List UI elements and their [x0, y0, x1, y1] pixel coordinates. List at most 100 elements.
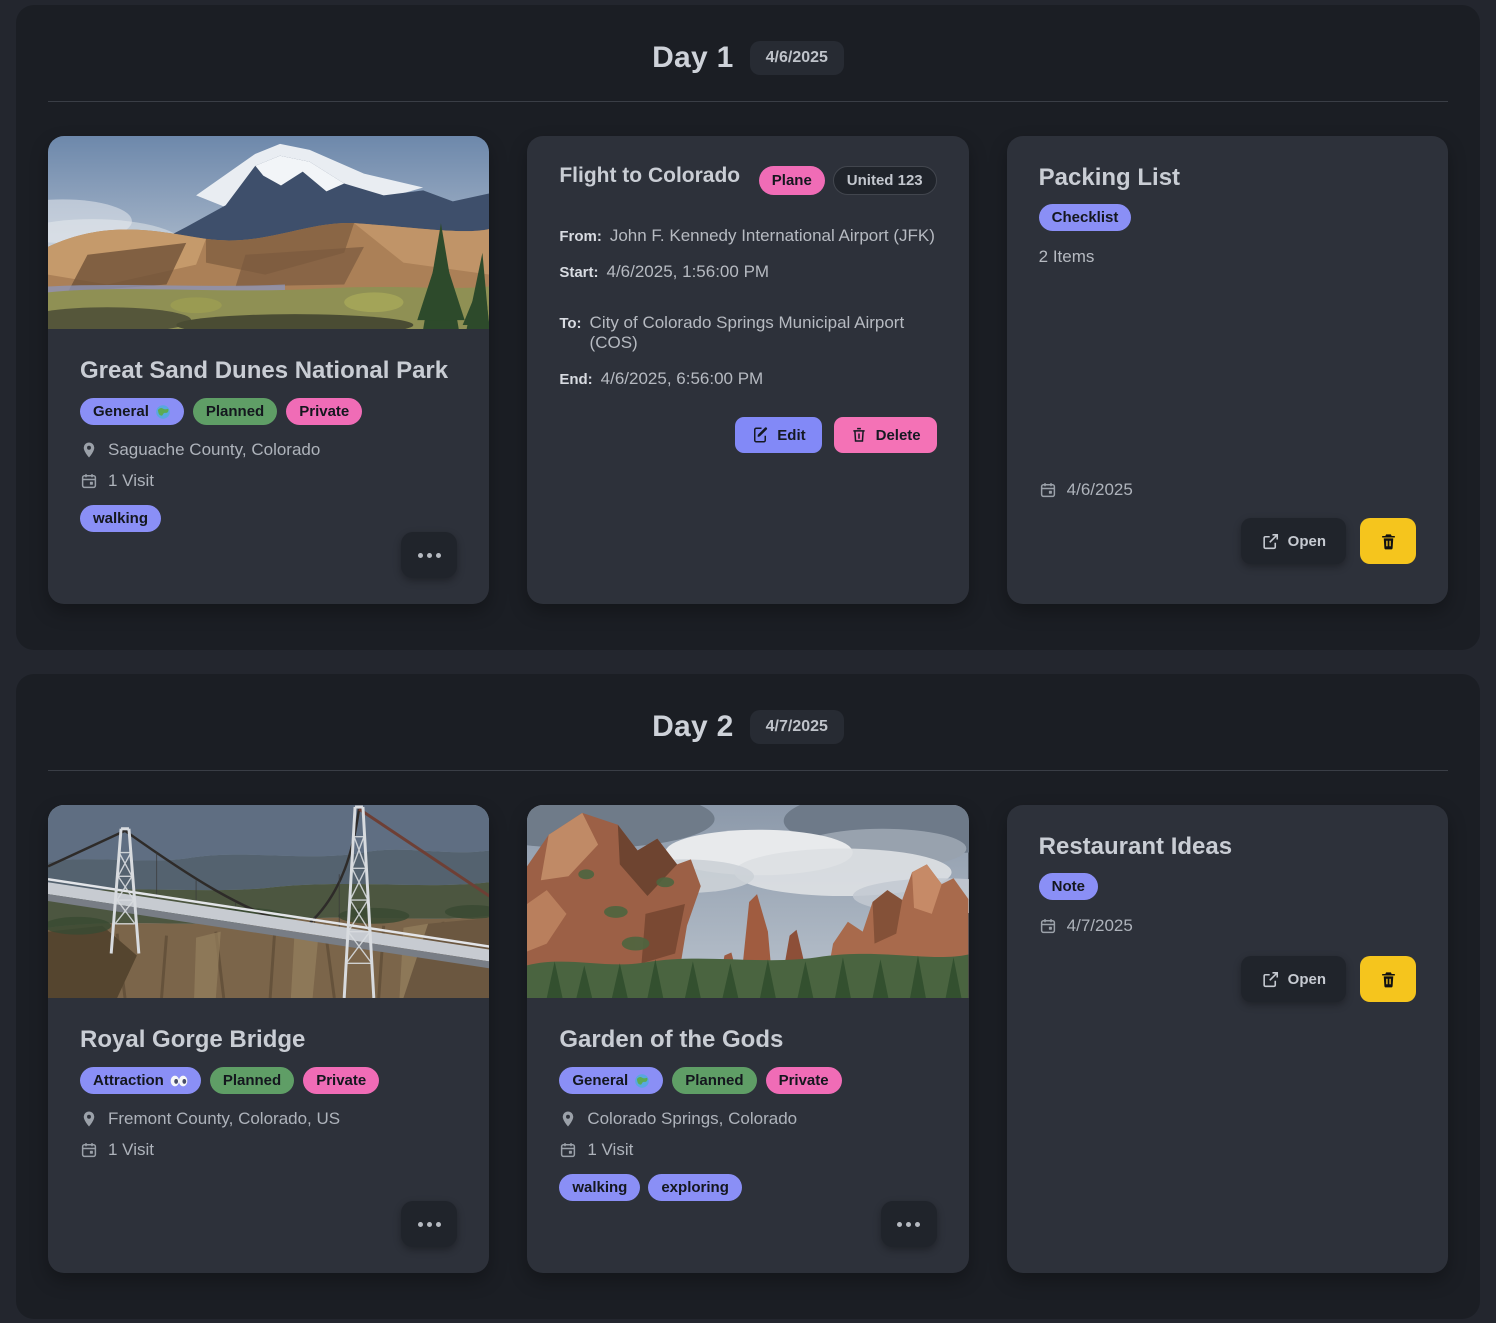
globe-emoji-icon — [155, 404, 171, 420]
location-row: Saguache County, Colorado — [80, 440, 457, 460]
checklist-date: 4/6/2025 — [1067, 480, 1133, 500]
status-badge: Planned — [210, 1067, 294, 1094]
visibility-badge: Private — [286, 398, 362, 425]
transport-title: Flight to Colorado — [559, 164, 740, 188]
start-label: Start: — [559, 264, 598, 281]
adventure-card-garden-of-the-gods[interactable]: Garden of the Gods General Planned Priva… — [527, 805, 968, 1273]
transportation-card-flight: Flight to Colorado Plane United 123 From… — [527, 136, 968, 604]
open-button[interactable]: Open — [1241, 518, 1346, 564]
visits-text: 1 Visit — [108, 471, 154, 491]
edit-button[interactable]: Edit — [735, 417, 821, 453]
calendar-icon — [80, 1141, 98, 1159]
visits-row: 1 Visit — [80, 471, 457, 491]
note-actions: Open — [1039, 956, 1416, 1002]
adventure-title: Royal Gorge Bridge — [80, 1026, 457, 1054]
tag-row: walking exploring — [559, 1174, 936, 1201]
transport-badges: Plane United 123 — [759, 166, 937, 195]
location-text: Colorado Springs, Colorado — [587, 1109, 797, 1129]
calendar-icon — [559, 1141, 577, 1159]
day-2-title: Day 2 — [652, 710, 734, 744]
location-text: Saguache County, Colorado — [108, 440, 320, 460]
visits-text: 1 Visit — [587, 1140, 633, 1160]
day-1-section: Day 1 4/6/2025 — [16, 5, 1480, 650]
ellipsis-icon — [418, 1222, 423, 1227]
badge-row: General Planned Private — [559, 1067, 936, 1094]
to-value: City of Colorado Springs Municipal Airpo… — [590, 313, 937, 353]
end-value: 4/6/2025, 6:56:00 PM — [601, 369, 764, 389]
status-badge: Planned — [193, 398, 277, 425]
eyes-emoji-icon — [170, 1075, 188, 1087]
edit-label: Edit — [777, 427, 805, 444]
note-title: Restaurant Ideas — [1039, 833, 1416, 861]
from-label: From: — [559, 228, 602, 245]
calendar-icon — [80, 472, 98, 490]
badge-row: General Planned Private — [80, 398, 457, 425]
edit-icon — [751, 426, 769, 444]
ellipsis-icon — [418, 553, 423, 558]
location-row: Fremont County, Colorado, US — [80, 1109, 457, 1129]
card-menu-button[interactable] — [881, 1201, 937, 1247]
card-menu-button[interactable] — [401, 532, 457, 578]
day-2-section: Day 2 4/7/2025 — [16, 674, 1480, 1319]
note-date-row: 4/7/2025 — [1039, 916, 1416, 936]
day-2-date-badge: 4/7/2025 — [750, 710, 844, 744]
start-row: Start: 4/6/2025, 1:56:00 PM — [559, 262, 936, 282]
activity-tag: walking — [80, 505, 161, 532]
adventure-title: Garden of the Gods — [559, 1026, 936, 1054]
day-1-title: Day 1 — [652, 41, 734, 75]
location-pin-icon — [559, 1110, 577, 1128]
visits-row: 1 Visit — [80, 1140, 457, 1160]
activity-tag: walking — [559, 1174, 640, 1201]
sand-dunes-photo — [48, 136, 489, 329]
open-label: Open — [1288, 971, 1326, 988]
checklist-actions: Open — [1039, 518, 1416, 564]
tag-row: walking — [80, 505, 457, 532]
day-2-cards-grid: Royal Gorge Bridge Attraction Planned Pr… — [48, 805, 1448, 1273]
adventure-card-great-sand-dunes[interactable]: Great Sand Dunes National Park General P… — [48, 136, 489, 604]
category-badge: General — [80, 398, 184, 425]
note-card-restaurant-ideas: Restaurant Ideas Note 4/7/2025 Open — [1007, 805, 1448, 1273]
external-link-icon — [1261, 970, 1280, 989]
end-label: End: — [559, 371, 592, 388]
from-value: John F. Kennedy International Airport (J… — [610, 226, 935, 246]
delete-button[interactable]: Delete — [834, 417, 937, 453]
badge-row: Attraction Planned Private — [80, 1067, 457, 1094]
transport-header: Flight to Colorado Plane United 123 — [559, 164, 936, 195]
location-row: Colorado Springs, Colorado — [559, 1109, 936, 1129]
trash-icon — [1379, 970, 1398, 989]
calendar-icon — [1039, 481, 1057, 499]
location-pin-icon — [80, 1110, 98, 1128]
activity-tag: exploring — [648, 1174, 742, 1201]
delete-checklist-button[interactable] — [1360, 518, 1416, 564]
visibility-badge: Private — [303, 1067, 379, 1094]
items-count: 2 Items — [1039, 247, 1416, 267]
note-date: 4/7/2025 — [1067, 916, 1133, 936]
open-label: Open — [1288, 533, 1326, 550]
status-badge: Planned — [672, 1067, 756, 1094]
trash-icon — [1379, 532, 1398, 551]
adventure-card-royal-gorge[interactable]: Royal Gorge Bridge Attraction Planned Pr… — [48, 805, 489, 1273]
end-row: End: 4/6/2025, 6:56:00 PM — [559, 369, 936, 389]
checklist-card-packing-list: Packing List Checklist 2 Items 4/6/2025 … — [1007, 136, 1448, 604]
delete-note-button[interactable] — [1360, 956, 1416, 1002]
location-text: Fremont County, Colorado, US — [108, 1109, 340, 1129]
card-menu-button[interactable] — [401, 1201, 457, 1247]
globe-emoji-icon — [634, 1073, 650, 1089]
category-label: General — [93, 401, 149, 422]
day-1-header: Day 1 4/6/2025 — [48, 35, 1448, 101]
from-row: From: John F. Kennedy International Airp… — [559, 226, 936, 246]
checklist-date-row: 4/6/2025 — [1039, 480, 1416, 500]
divider — [48, 770, 1448, 771]
checklist-title: Packing List — [1039, 164, 1416, 192]
royal-gorge-photo — [48, 805, 489, 998]
visits-text: 1 Visit — [108, 1140, 154, 1160]
trash-icon — [850, 426, 868, 444]
delete-label: Delete — [876, 427, 921, 444]
start-value: 4/6/2025, 1:56:00 PM — [607, 262, 770, 282]
day-2-header: Day 2 4/7/2025 — [48, 704, 1448, 770]
category-badge: Attraction — [80, 1067, 201, 1094]
day-1-date-badge: 4/6/2025 — [750, 41, 844, 75]
open-button[interactable]: Open — [1241, 956, 1346, 1002]
to-label: To: — [559, 315, 581, 332]
transport-actions: Edit Delete — [559, 417, 936, 453]
